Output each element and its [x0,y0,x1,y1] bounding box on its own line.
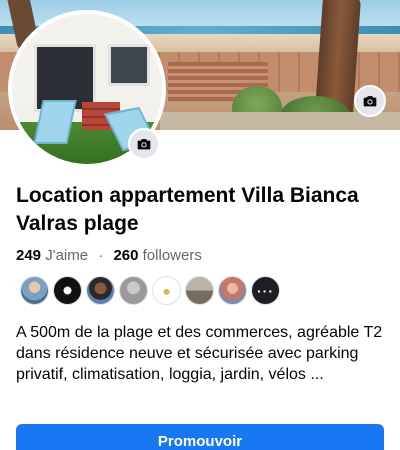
more-followers-button[interactable]: ··· [251,276,280,305]
followers-label[interactable]: followers [143,247,202,264]
likes-label[interactable]: J'aime [45,247,88,264]
follower-avatar[interactable] [119,276,148,305]
likes-count[interactable]: 249 [16,247,41,264]
page-title: Location appartement Villa Bianca Valras… [16,184,359,235]
followers-count[interactable]: 260 [113,247,138,264]
more-dots-icon: ··· [257,282,274,299]
page-stats: 249 J'aime · 260 followers [16,246,202,266]
follower-avatar[interactable] [86,276,115,305]
followers-avatar-row[interactable]: ··· [20,276,280,305]
promote-button[interactable]: Promouvoir [16,424,384,450]
follower-avatar[interactable] [20,276,49,305]
camera-icon [363,96,377,107]
edit-cover-photo-button[interactable] [354,85,386,117]
page-description: A 500m de la plage et des commerces, agr… [16,324,383,383]
follower-avatar[interactable] [152,276,181,305]
follower-avatar[interactable] [53,276,82,305]
edit-profile-picture-button[interactable] [128,128,160,160]
stats-separator: · [98,247,104,264]
page-profile: Location appartement Villa Bianca Valras… [0,0,400,450]
follower-avatar[interactable] [185,276,214,305]
follower-avatar[interactable] [218,276,247,305]
camera-icon [137,139,151,150]
avatar-window [108,44,150,86]
